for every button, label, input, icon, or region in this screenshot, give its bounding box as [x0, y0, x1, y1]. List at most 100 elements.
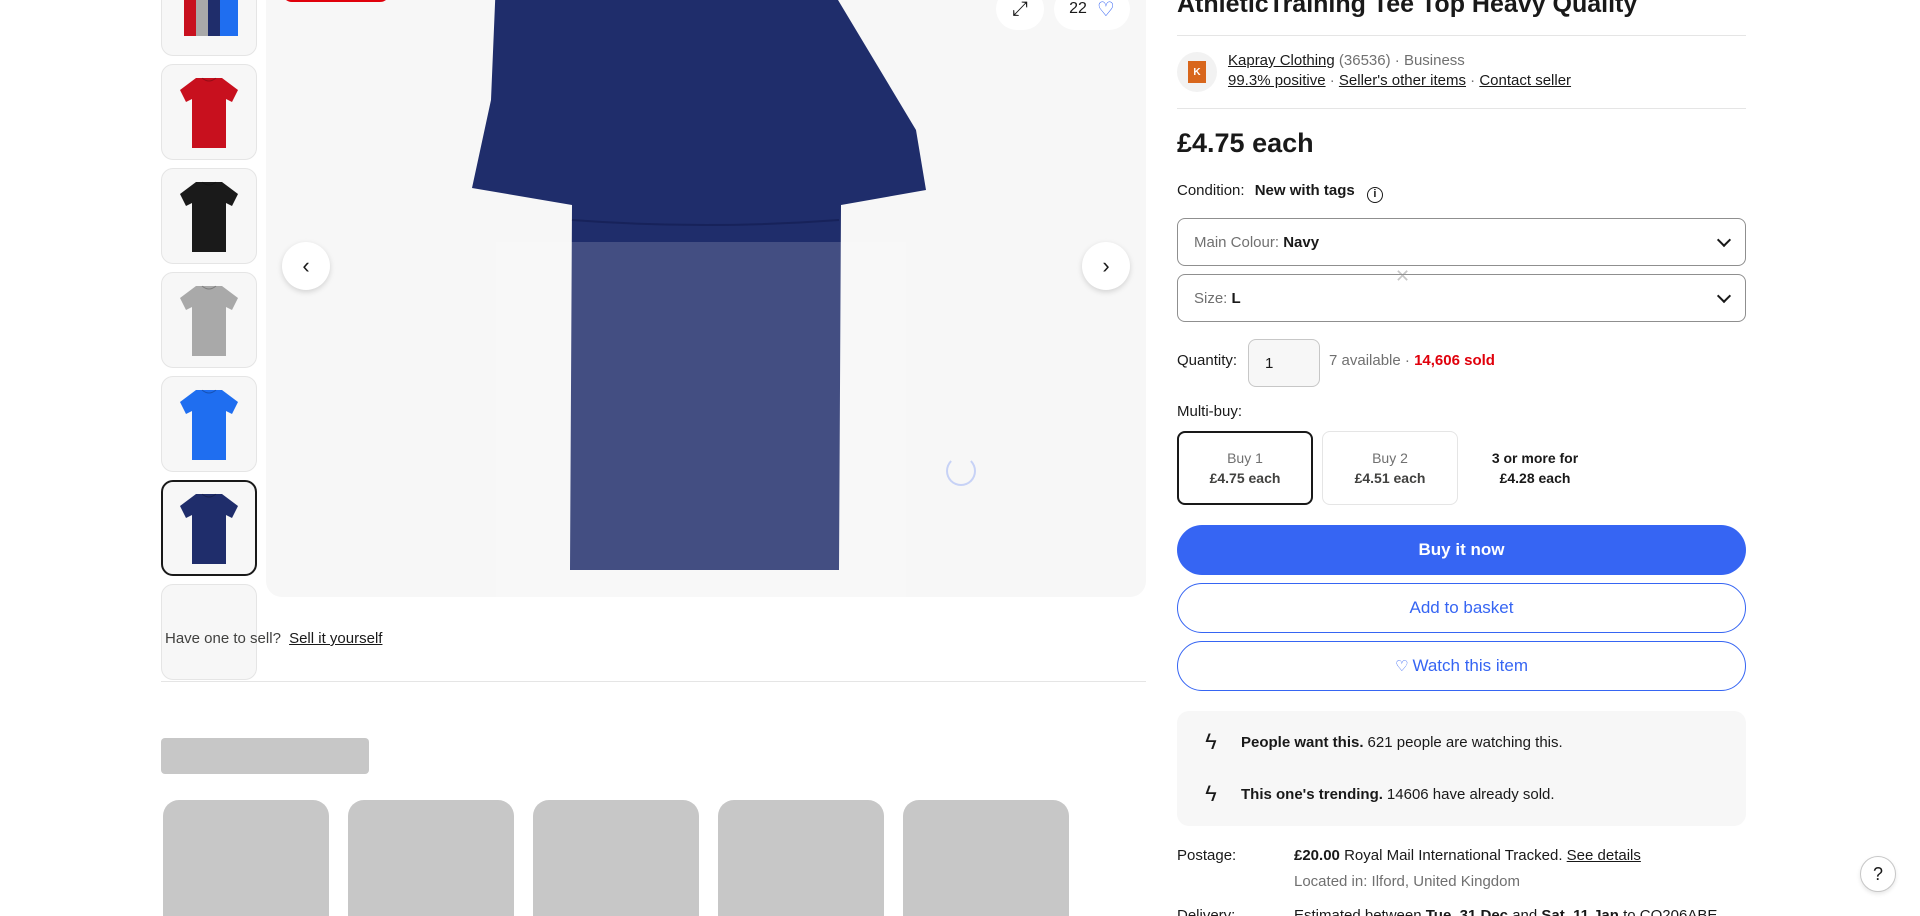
tshirt-icon: [180, 77, 238, 148]
multibuy-option-price: £4.51 each: [1354, 470, 1426, 486]
multibuy-option-price: £4.75 each: [1209, 470, 1281, 486]
signal-text: 621 people are watching this.: [1367, 733, 1563, 751]
watch-item-button[interactable]: ♡ Watch this item: [1177, 641, 1746, 691]
colour-select[interactable]: Main Colour: Navy: [1177, 218, 1746, 266]
heart-icon: ♡: [1394, 658, 1409, 675]
size-select[interactable]: Size: L: [1177, 274, 1746, 322]
multibuy-option-3[interactable]: 3 or more for £4.28 each: [1467, 431, 1603, 505]
skeleton-card: [718, 800, 884, 916]
buy-it-now-button[interactable]: Buy it now: [1177, 525, 1746, 575]
delivery-value: Estimated between Tue, 31 Dec and Sat, 1…: [1294, 907, 1717, 916]
urgency-signals: ϟ People want this. 621 people are watch…: [1177, 711, 1746, 826]
thumbnail-red[interactable]: [161, 64, 257, 160]
delivery-label: Delivery:: [1177, 907, 1236, 916]
seller-logo-icon: K: [1188, 61, 1206, 83]
seller-avatar[interactable]: K: [1177, 52, 1217, 92]
delivery-and: and: [1512, 907, 1538, 916]
info-icon[interactable]: i: [1366, 187, 1383, 203]
multibuy-option-line1: Buy 1: [1227, 450, 1263, 466]
multibuy-option-1[interactable]: Buy 1 £4.75 each: [1177, 431, 1313, 505]
signal-heading: People want this.: [1241, 733, 1364, 751]
thumbnail-multicolour[interactable]: [161, 0, 257, 56]
multibuy-option-line1: 3 or more for: [1491, 450, 1579, 466]
skeleton-heading: [161, 738, 369, 774]
listing-title: AthleticTraining Tee Top Heavy Quality: [1177, 0, 1638, 18]
seller-positive-link[interactable]: 99.3% positive: [1228, 72, 1326, 89]
size-select-value: L: [1231, 289, 1241, 307]
skeleton-card: [533, 800, 699, 916]
quantity-input[interactable]: 1: [1248, 339, 1320, 387]
delivery-suffix: to CO206ABE: [1623, 907, 1718, 916]
chevron-down-icon: [1716, 288, 1732, 303]
seller-info: Kapray Clothing (36536) · Business: [1228, 52, 1465, 69]
colour-select-value: Navy: [1283, 233, 1320, 251]
sold-count: 14,606 sold: [1414, 352, 1495, 369]
quantity-label: Quantity:: [1177, 352, 1238, 369]
delivery-date-end: Sat, 11 Jan: [1541, 907, 1619, 916]
separator: ·: [1470, 72, 1476, 89]
lightning-icon: ϟ: [1205, 729, 1217, 754]
tshirt-icon: [180, 389, 238, 460]
divider: [1177, 35, 1746, 36]
postage-label: Postage:: [1177, 847, 1237, 864]
main-product-image[interactable]: ⤢ 22 ♡ ‹ ›: [266, 0, 1146, 597]
watch-count: 22: [1069, 0, 1087, 17]
postage-service: Royal Mail International Tracked.: [1344, 847, 1563, 864]
thumbnail-grey[interactable]: [161, 272, 257, 368]
multibuy-option-price: £4.28 each: [1499, 470, 1571, 486]
available-count: 7 available ·: [1329, 352, 1410, 369]
separator: ·: [1329, 72, 1335, 89]
postage-price: £20.00: [1294, 847, 1340, 864]
multibuy-option-line1: Buy 2: [1372, 450, 1408, 466]
thumbnail-black[interactable]: [161, 168, 257, 264]
seller-feedback-count: (36536): [1338, 52, 1391, 69]
heart-icon: ♡: [1096, 0, 1115, 21]
navy-tshirt-image: [472, 0, 926, 597]
watch-item-label: Watch this item: [1412, 656, 1529, 675]
divider: [1177, 108, 1746, 109]
sell-prompt-text: Have one to sell?: [165, 630, 281, 647]
chevron-down-icon: [1716, 232, 1732, 247]
skeleton-card: [903, 800, 1069, 916]
signal-row: ϟ This one's trending. 14606 have alread…: [1197, 781, 1555, 807]
seller-name-link[interactable]: Kapray Clothing: [1228, 52, 1335, 69]
tshirt-icon: [180, 493, 238, 564]
signal-text: 14606 have already sold.: [1386, 785, 1555, 803]
thumbnail-navy[interactable]: [161, 480, 257, 576]
help-button[interactable]: ?: [1860, 856, 1896, 892]
multibuy-option-2[interactable]: Buy 2 £4.51 each: [1322, 431, 1458, 505]
add-to-basket-button[interactable]: Add to basket: [1177, 583, 1746, 633]
see-details-link[interactable]: See details: [1567, 847, 1641, 864]
divider: [161, 681, 1146, 682]
thumbnail-blue[interactable]: [161, 376, 257, 472]
signal-row: ϟ People want this. 621 people are watch…: [1197, 729, 1563, 755]
delivery-date-start: Tue, 31 Dec: [1425, 907, 1509, 916]
seller-links: 99.3% positive · Seller's other items · …: [1228, 72, 1571, 89]
item-price: £4.75 each: [1177, 128, 1314, 158]
contact-seller-link[interactable]: Contact seller: [1479, 72, 1571, 89]
colour-select-label: Main Colour:: [1194, 233, 1280, 251]
seller-other-items-link[interactable]: Seller's other items: [1339, 72, 1466, 89]
condition-value: New with tags: [1254, 182, 1355, 199]
skeleton-card: [163, 800, 329, 916]
condition-row: Condition: New with tags i: [1177, 182, 1383, 203]
tshirt-icon: [180, 181, 238, 252]
sell-it-yourself-link[interactable]: Sell it yourself: [289, 630, 382, 647]
size-select-label: Size:: [1194, 289, 1228, 307]
condition-label: Condition:: [1177, 182, 1245, 199]
delivery-prefix: Estimated between: [1294, 907, 1422, 916]
seller-type: · Business: [1394, 52, 1465, 69]
skeleton-card: [348, 800, 514, 916]
multibuy-label: Multi-buy:: [1177, 403, 1243, 420]
chevron-right-icon[interactable]: ›: [1082, 242, 1130, 290]
thumbnail-strip: [161, 0, 257, 688]
tshirt-icon: [180, 285, 238, 356]
lightning-icon: ϟ: [1205, 781, 1217, 806]
signal-heading: This one's trending.: [1241, 785, 1383, 803]
postage-value: £20.00 Royal Mail International Tracked.…: [1294, 847, 1641, 864]
chevron-left-icon[interactable]: ‹: [282, 242, 330, 290]
tshirt-icon: [184, 0, 238, 36]
availability-text: 7 available · 14,606 sold: [1329, 352, 1495, 369]
sell-prompt: Have one to sell? Sell it yourself: [165, 630, 382, 647]
watch-count-button[interactable]: 22 ♡: [1054, 0, 1130, 30]
